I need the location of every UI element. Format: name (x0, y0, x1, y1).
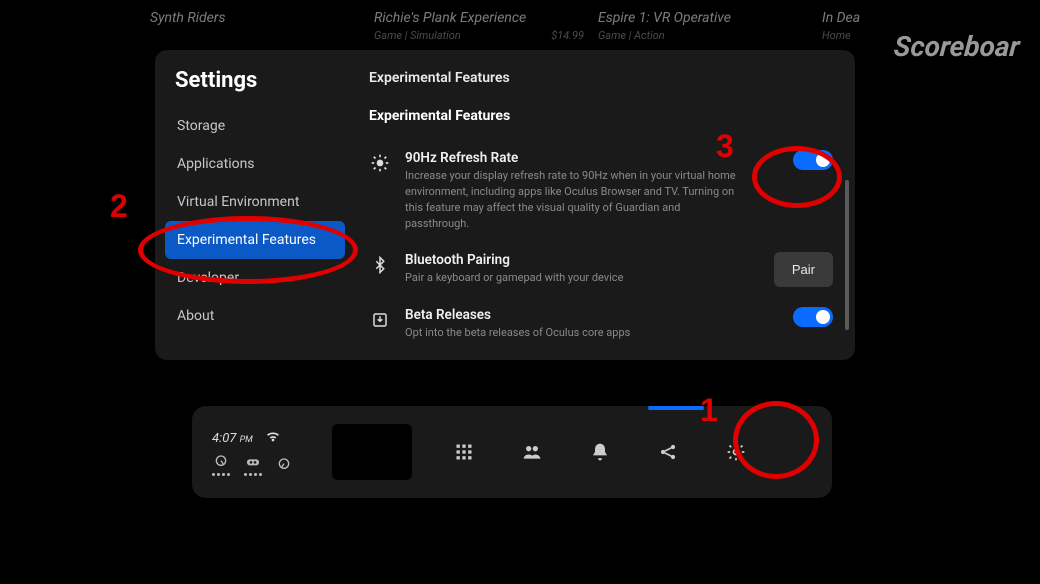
clock: 4:07 PM (212, 431, 253, 446)
annotation-number-1: 1 (700, 392, 718, 429)
settings-title: Settings (165, 68, 345, 107)
sidebar-item-applications[interactable]: Applications (165, 145, 345, 183)
row-desc: Opt into the beta releases of Oculus cor… (405, 325, 745, 341)
beta-toggle[interactable] (793, 307, 833, 327)
refresh-rate-toggle[interactable] (793, 150, 833, 170)
bluetooth-icon (369, 254, 391, 276)
sidebar-item-virtual-environment[interactable]: Virtual Environment (165, 183, 345, 221)
share-icon[interactable] (656, 440, 680, 464)
store-card-meta: Game | Simulation $14.99 (374, 29, 584, 42)
sidebar-item-about[interactable]: About (165, 297, 345, 335)
apps-icon[interactable] (452, 440, 476, 464)
store-card-meta: Game | Action (598, 29, 808, 42)
row-beta: Beta Releases Opt into the beta releases… (369, 297, 833, 351)
store-card-title: Synth Riders (150, 10, 360, 26)
headset-icon (244, 454, 262, 476)
left-controller-icon (212, 454, 230, 476)
settings-sidebar: Settings Storage Applications Virtual En… (155, 50, 355, 360)
scrollbar[interactable] (845, 180, 849, 330)
row-refresh-rate: 90Hz Refresh Rate Increase your display … (369, 140, 833, 242)
row-desc: Increase your display refresh rate to 90… (405, 168, 745, 232)
sidebar-item-developer[interactable]: Developer (165, 259, 345, 297)
breadcrumb: Experimental Features (369, 70, 833, 86)
store-card-title: In Dea (822, 10, 902, 26)
system-dock: 4:07 PM (192, 406, 832, 498)
settings-icon[interactable] (724, 440, 748, 464)
sidebar-item-storage[interactable]: Storage (165, 107, 345, 145)
store-card-title: Richie's Plank Experience (374, 10, 584, 26)
sidebar-item-experimental-features[interactable]: Experimental Features (165, 221, 345, 259)
pair-button[interactable]: Pair (774, 252, 833, 287)
row-title: Beta Releases (405, 307, 779, 323)
store-card-title: Espire 1: VR Operative (598, 10, 808, 26)
notifications-icon[interactable] (588, 440, 612, 464)
scoreboard-text: Scoreboar (893, 30, 1022, 63)
row-bluetooth: Bluetooth Pairing Pair a keyboard or gam… (369, 242, 833, 297)
dock-status: 4:07 PM (212, 428, 312, 476)
annotation-number-2: 2 (110, 188, 128, 225)
section-title: Experimental Features (369, 108, 833, 124)
store-card-meta: Home (822, 29, 902, 42)
download-icon (369, 309, 391, 331)
settings-panel: Settings Storage Applications Virtual En… (155, 50, 855, 360)
row-title: Bluetooth Pairing (405, 252, 760, 268)
row-desc: Pair a keyboard or gamepad with your dev… (405, 270, 745, 286)
people-icon[interactable] (520, 440, 544, 464)
dock-active-indicator (648, 406, 704, 410)
wifi-icon (265, 428, 281, 448)
brightness-icon (369, 152, 391, 174)
profile-tile[interactable] (332, 424, 412, 480)
annotation-number-3: 3 (716, 128, 734, 165)
settings-content: Experimental Features Experimental Featu… (355, 50, 855, 360)
right-controller-icon (276, 457, 292, 473)
